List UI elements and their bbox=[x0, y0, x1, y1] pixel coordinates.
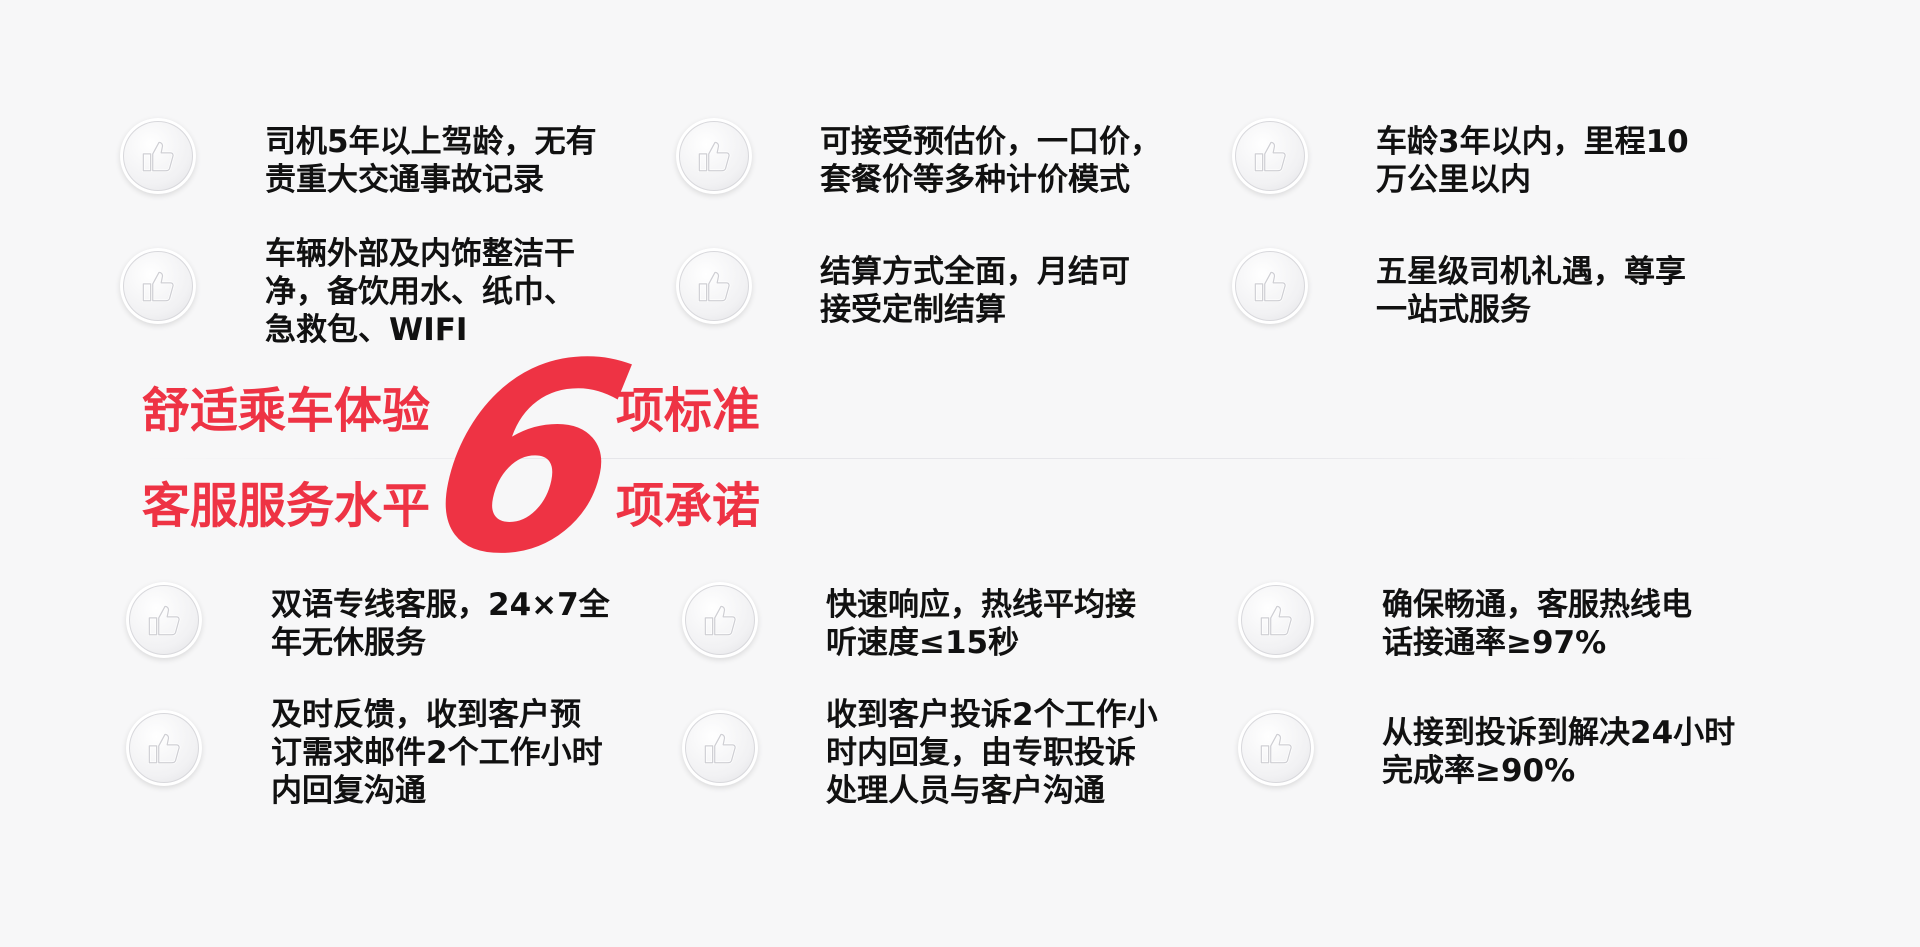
bottom-item-5-text: 收到客户投诉2个工作小 时内回复，由专职投诉 处理人员与客户沟通 bbox=[826, 696, 1158, 810]
thumbs-up-icon bbox=[126, 582, 202, 658]
thumbs-up-icon bbox=[682, 710, 758, 786]
thumbs-up-icon bbox=[126, 710, 202, 786]
thumbs-up-icon bbox=[120, 118, 196, 194]
thumbs-up-icon bbox=[1232, 248, 1308, 324]
thumbs-up-icon bbox=[676, 118, 752, 194]
bottom-item-2-text: 快速响应，热线平均接 听速度≤15秒 bbox=[826, 586, 1136, 662]
thumbs-up-icon bbox=[682, 582, 758, 658]
thumbs-up-icon bbox=[120, 248, 196, 324]
top-item-2-text: 可接受预估价，一口价， 套餐价等多种计价模式 bbox=[820, 123, 1161, 199]
top-item-5-line-2: 接受定制结算 bbox=[820, 292, 1006, 328]
bottom-item-4-line-1: 及时反馈，收到客户预 bbox=[271, 697, 581, 733]
commitments-label: 项承诺 bbox=[616, 478, 761, 534]
top-item-5-text: 结算方式全面，月结可 接受定制结算 bbox=[820, 253, 1130, 329]
big-six-number: 6 bbox=[407, 309, 654, 611]
top-item-6-line-2: 一站式服务 bbox=[1376, 292, 1531, 328]
bottom-item-1-line-2: 年无休服务 bbox=[271, 625, 426, 661]
top-item-2-line-1: 可接受预估价，一口价， bbox=[820, 124, 1161, 160]
bottom-item-3-line-2: 话接通率≥97% bbox=[1382, 625, 1607, 661]
comfort-title: 舒适乘车体验 bbox=[142, 383, 431, 439]
top-item-5-line-1: 结算方式全面，月结可 bbox=[820, 254, 1130, 290]
bottom-item-3-text: 确保畅通，客服热线电 话接通率≥97% bbox=[1382, 586, 1692, 662]
top-item-6-text: 五星级司机礼遇，尊享 一站式服务 bbox=[1376, 253, 1686, 329]
top-item-3-line-2: 万公里以内 bbox=[1376, 162, 1531, 198]
bottom-item-6-line-2: 完成率≥90% bbox=[1382, 753, 1576, 789]
bottom-item-2-line-2: 听速度≤15秒 bbox=[826, 625, 1020, 661]
thumbs-up-icon bbox=[1232, 118, 1308, 194]
bottom-item-1-text: 双语专线客服，24×7全 年无休服务 bbox=[271, 586, 610, 662]
bottom-item-5-line-1: 收到客户投诉2个工作小 bbox=[826, 697, 1158, 733]
top-item-2-line-2: 套餐价等多种计价模式 bbox=[820, 162, 1130, 198]
top-item-3-line-1: 车龄3年以内，里程10 bbox=[1376, 124, 1689, 160]
thumbs-up-icon bbox=[676, 248, 752, 324]
top-item-4-line-2: 净，备饮用水、纸巾、 bbox=[265, 274, 575, 310]
bottom-item-2-line-1: 快速响应，热线平均接 bbox=[826, 587, 1136, 623]
bottom-item-3-line-1: 确保畅通，客服热线电 bbox=[1382, 587, 1692, 623]
standards-label: 项标准 bbox=[616, 383, 761, 439]
bottom-item-6-line-1: 从接到投诉到解决24小时 bbox=[1382, 715, 1736, 751]
bottom-item-4-text: 及时反馈，收到客户预 订需求邮件2个工作小时 内回复沟通 bbox=[271, 696, 603, 810]
top-item-1-line-2: 责重大交通事故记录 bbox=[265, 162, 544, 198]
thumbs-up-icon bbox=[1238, 710, 1314, 786]
bottom-item-1-line-1: 双语专线客服，24×7全 bbox=[271, 587, 610, 623]
bottom-item-4-line-3: 内回复沟通 bbox=[271, 773, 426, 809]
top-item-4-line-1: 车辆外部及内饰整洁干 bbox=[265, 236, 575, 272]
thumbs-up-icon bbox=[1238, 582, 1314, 658]
bottom-item-5-line-3: 处理人员与客户沟通 bbox=[826, 773, 1105, 809]
service-title: 客服服务水平 bbox=[142, 478, 431, 534]
top-item-3-text: 车龄3年以内，里程10 万公里以内 bbox=[1376, 123, 1689, 199]
top-item-1-line-1: 司机5年以上驾龄，无有 bbox=[265, 124, 597, 160]
top-item-1-text: 司机5年以上驾龄，无有 责重大交通事故记录 bbox=[265, 123, 597, 199]
bottom-item-6-text: 从接到投诉到解决24小时 完成率≥90% bbox=[1382, 714, 1735, 790]
center-divider bbox=[140, 458, 1730, 459]
bottom-item-4-line-2: 订需求邮件2个工作小时 bbox=[271, 735, 603, 771]
bottom-item-5-line-2: 时内回复，由专职投诉 bbox=[826, 735, 1136, 771]
top-item-6-line-1: 五星级司机礼遇，尊享 bbox=[1376, 254, 1686, 290]
